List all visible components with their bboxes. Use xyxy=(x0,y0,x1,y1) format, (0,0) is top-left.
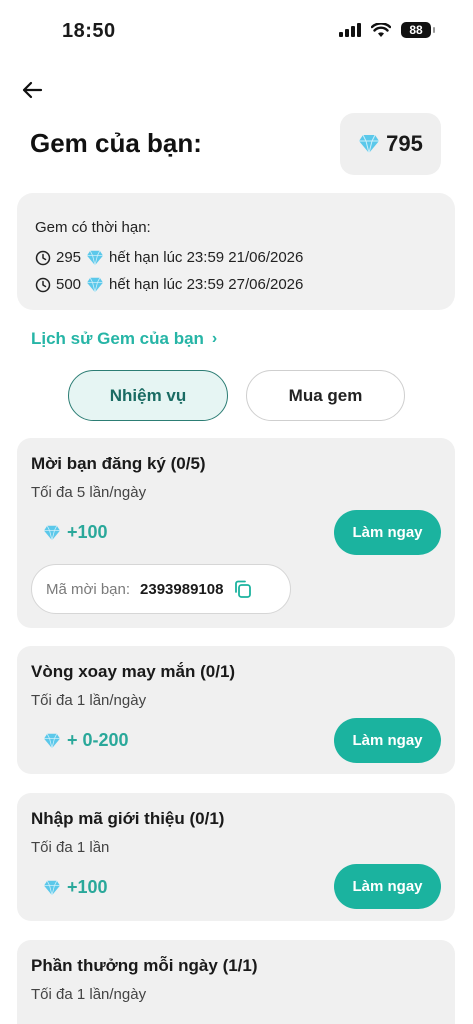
expiry-amount: 500 xyxy=(56,276,82,293)
expiry-row: 295 hết hạn lúc 23:59 21/06/2026 xyxy=(35,244,437,271)
battery-indicator: 88 xyxy=(401,22,435,38)
page-title: Gem của bạn: xyxy=(30,128,202,158)
task-card-referral-code: Nhập mã giới thiệu (0/1) Tối đa 1 lần +1… xyxy=(17,793,455,921)
invite-code-label: Mã mời bạn: xyxy=(46,580,131,598)
task-reward-value: + 0-200 xyxy=(67,730,129,750)
task-title: Mời bạn đăng ký (0/5) xyxy=(31,454,206,473)
do-now-button[interactable]: Làm ngay xyxy=(334,864,441,909)
arrow-left-icon xyxy=(22,81,43,99)
expiry-row: 500 hết hạn lúc 23:59 27/06/2026 xyxy=(35,271,437,298)
do-now-button[interactable]: Làm ngay xyxy=(334,510,441,555)
task-reward: + 0-200 xyxy=(43,730,129,751)
gem-icon xyxy=(359,134,380,154)
task-card-lucky-wheel: Vòng xoay may mắn (0/1) Tối đa 1 lần/ngà… xyxy=(17,646,455,774)
signal-icon xyxy=(339,23,361,37)
expiring-gems-title: Gem có thời hạn: xyxy=(35,219,151,236)
status-time: 18:50 xyxy=(62,20,116,42)
task-limit: Tối đa 1 lần/ngày xyxy=(31,692,147,709)
task-title: Vòng xoay may mắn (0/1) xyxy=(31,662,236,681)
tab-missions[interactable]: Nhiệm vụ xyxy=(68,370,228,421)
copy-icon[interactable] xyxy=(233,579,253,599)
invite-code-box: Mã mời bạn: 2393989108 xyxy=(31,564,291,614)
gem-icon xyxy=(44,733,60,748)
gem-icon xyxy=(44,880,60,895)
clock-icon xyxy=(35,250,51,265)
task-card-daily-reward: Phần thưởng mỗi ngày (1/1) Tối đa 1 lần/… xyxy=(17,940,455,1024)
task-card-invite: Mời bạn đăng ký (0/5) Tối đa 5 lần/ngày … xyxy=(17,438,455,628)
do-now-button[interactable]: Làm ngay xyxy=(334,718,441,763)
gem-balance-value: 795 xyxy=(386,131,423,156)
gem-icon xyxy=(87,277,104,292)
clock-icon xyxy=(35,277,51,292)
gem-icon xyxy=(87,250,104,265)
task-title: Phần thưởng mỗi ngày (1/1) xyxy=(31,956,258,975)
invite-code-value: 2393989108 xyxy=(140,580,224,598)
gem-icon xyxy=(44,525,60,540)
status-icons: 88 xyxy=(339,22,435,38)
task-reward: +100 xyxy=(43,522,108,543)
gem-history-link[interactable]: Lịch sử Gem của bạn › xyxy=(31,329,217,349)
chevron-right-icon: › xyxy=(211,330,218,347)
expiry-text: hết hạn lúc 23:59 27/06/2026 xyxy=(109,276,304,293)
tab-buy-gem[interactable]: Mua gem xyxy=(246,370,405,421)
expiry-text: hết hạn lúc 23:59 21/06/2026 xyxy=(109,249,304,266)
expiry-amount: 295 xyxy=(56,249,82,266)
status-bar: 18:50 88 xyxy=(0,0,473,62)
task-reward-value: +100 xyxy=(67,877,108,897)
task-limit: Tối đa 1 lần xyxy=(31,839,110,856)
expiring-gems-panel: Gem có thời hạn: 295 hết hạn lúc 23:59 2… xyxy=(17,193,455,310)
gem-balance-badge: 795 xyxy=(340,113,441,175)
task-reward-value: +100 xyxy=(67,522,108,542)
task-reward: +100 xyxy=(43,877,108,898)
wifi-icon xyxy=(371,22,391,37)
task-limit: Tối đa 5 lần/ngày xyxy=(31,484,147,501)
back-button[interactable] xyxy=(18,76,46,104)
task-title: Nhập mã giới thiệu (0/1) xyxy=(31,809,225,828)
gem-history-label: Lịch sử Gem của bạn xyxy=(31,329,204,348)
task-limit: Tối đa 1 lần/ngày xyxy=(31,986,147,1003)
